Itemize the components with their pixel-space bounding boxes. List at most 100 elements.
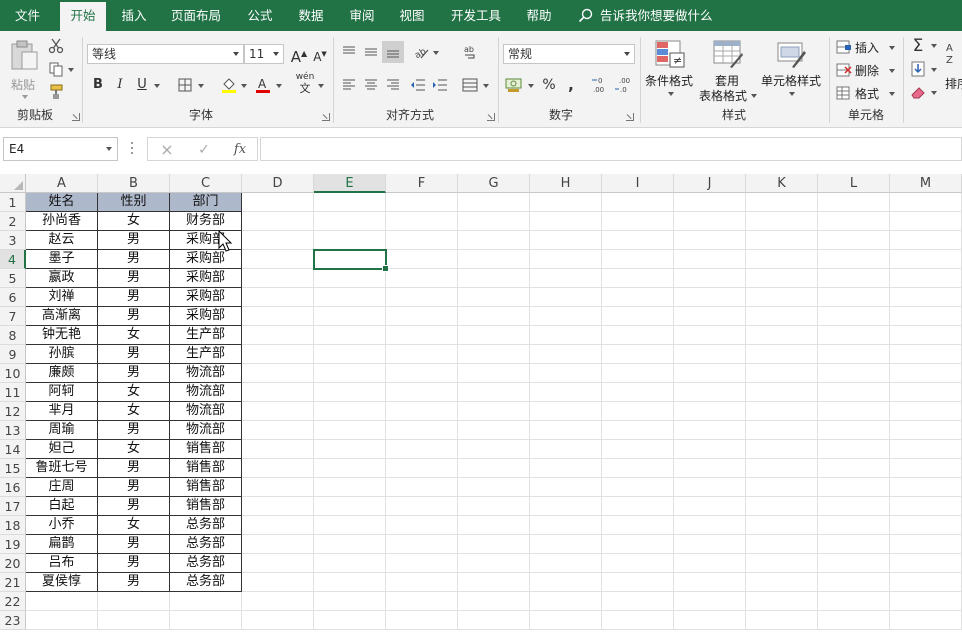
chevron-down-icon[interactable] [276,84,282,88]
clipboard-launcher-icon[interactable] [72,113,80,121]
align-center-button[interactable] [360,74,382,96]
cell-i18[interactable] [602,516,674,535]
cell-j14[interactable] [674,440,746,459]
fill-button[interactable] [907,58,929,80]
cell-h9[interactable] [530,345,602,364]
cell-c15[interactable]: 销售部 [170,459,242,478]
cell-g17[interactable] [458,497,530,516]
row-header-5[interactable]: 5 [0,269,26,288]
insert-cells-button[interactable]: 插入 [834,37,896,57]
cell-l15[interactable] [818,459,890,478]
cell-f6[interactable] [386,288,458,307]
cell-f15[interactable] [386,459,458,478]
cell-a18[interactable]: 小乔 [26,516,98,535]
cell-b10[interactable]: 男 [98,364,170,383]
cell-a7[interactable]: 高渐离 [26,307,98,326]
cell-d11[interactable] [242,383,314,402]
cell-d23[interactable] [242,611,314,630]
percent-button[interactable]: % [538,74,560,96]
chevron-down-icon[interactable] [68,68,74,72]
cell-c21[interactable]: 总务部 [170,573,242,592]
row-header-23[interactable]: 23 [0,611,26,630]
cell-m11[interactable] [890,383,962,402]
row-header-15[interactable]: 15 [0,459,26,478]
cell-k15[interactable] [746,459,818,478]
cell-j12[interactable] [674,402,746,421]
cell-l8[interactable] [818,326,890,345]
cell-g4[interactable] [458,250,530,269]
cell-f7[interactable] [386,307,458,326]
cell-j4[interactable] [674,250,746,269]
cell-k3[interactable] [746,231,818,250]
chevron-down-icon[interactable] [318,84,324,88]
cell-j20[interactable] [674,554,746,573]
cell-g18[interactable] [458,516,530,535]
row-header-8[interactable]: 8 [0,326,26,345]
cell-a13[interactable]: 周瑜 [26,421,98,440]
row-header-20[interactable]: 20 [0,554,26,573]
row-header-19[interactable]: 19 [0,535,26,554]
formula-input[interactable] [260,137,962,161]
cell-m19[interactable] [890,535,962,554]
tab-page-layout[interactable]: 页面布局 [163,0,229,31]
cell-l16[interactable] [818,478,890,497]
font-size-select[interactable]: 11 [244,44,284,64]
column-header-d[interactable]: D [242,174,314,193]
cell-i11[interactable] [602,383,674,402]
cell-h19[interactable] [530,535,602,554]
column-header-c[interactable]: C [170,174,242,193]
accounting-format-button[interactable] [503,74,525,96]
cell-k6[interactable] [746,288,818,307]
cell-a23[interactable] [26,611,98,630]
cell-h1[interactable] [530,193,602,212]
tell-me-search[interactable]: 告诉我你想要做什么 [578,0,713,31]
cell-f20[interactable] [386,554,458,573]
cell-i2[interactable] [602,212,674,231]
row-header-22[interactable]: 22 [0,592,26,611]
cell-e21[interactable] [314,573,386,592]
cell-k9[interactable] [746,345,818,364]
cell-d8[interactable] [242,326,314,345]
cell-j19[interactable] [674,535,746,554]
tab-developer[interactable]: 开发工具 [441,0,511,31]
cell-j6[interactable] [674,288,746,307]
shrink-font-button[interactable]: A▼ [309,43,331,65]
column-header-i[interactable]: I [602,174,674,193]
cell-k11[interactable] [746,383,818,402]
cell-i10[interactable] [602,364,674,383]
orientation-button[interactable]: ab [410,41,432,63]
cell-m8[interactable] [890,326,962,345]
cell-e16[interactable] [314,478,386,497]
cell-h11[interactable] [530,383,602,402]
cell-d19[interactable] [242,535,314,554]
cell-e22[interactable] [314,592,386,611]
worksheet-grid[interactable]: A B C D E F G H I J K L M 1 姓名 性别 部门 2 孙尚香女财务部 3 赵云男采购部 4 墨子男采… [0,174,962,634]
bold-button[interactable]: B [87,74,109,96]
copy-button[interactable] [45,58,67,80]
cell-l7[interactable] [818,307,890,326]
cell-b9[interactable]: 男 [98,345,170,364]
cell-f13[interactable] [386,421,458,440]
cell-f18[interactable] [386,516,458,535]
cell-l1[interactable] [818,193,890,212]
cell-b2[interactable]: 女 [98,212,170,231]
increase-decimal-button[interactable]: 0.00 [589,74,611,96]
format-painter-button[interactable] [45,81,67,103]
cell-m12[interactable] [890,402,962,421]
column-header-b[interactable]: B [98,174,170,193]
cell-b3[interactable]: 男 [98,231,170,250]
formula-bar-resize-handle[interactable] [131,142,133,156]
cell-j5[interactable] [674,269,746,288]
cell-a3[interactable]: 赵云 [26,231,98,250]
cell-d6[interactable] [242,288,314,307]
cell-d5[interactable] [242,269,314,288]
cell-h13[interactable] [530,421,602,440]
cell-g5[interactable] [458,269,530,288]
cell-f8[interactable] [386,326,458,345]
cell-i16[interactable] [602,478,674,497]
cell-e12[interactable] [314,402,386,421]
cell-e20[interactable] [314,554,386,573]
cell-k8[interactable] [746,326,818,345]
cell-b4[interactable]: 男 [98,250,170,269]
cell-j2[interactable] [674,212,746,231]
